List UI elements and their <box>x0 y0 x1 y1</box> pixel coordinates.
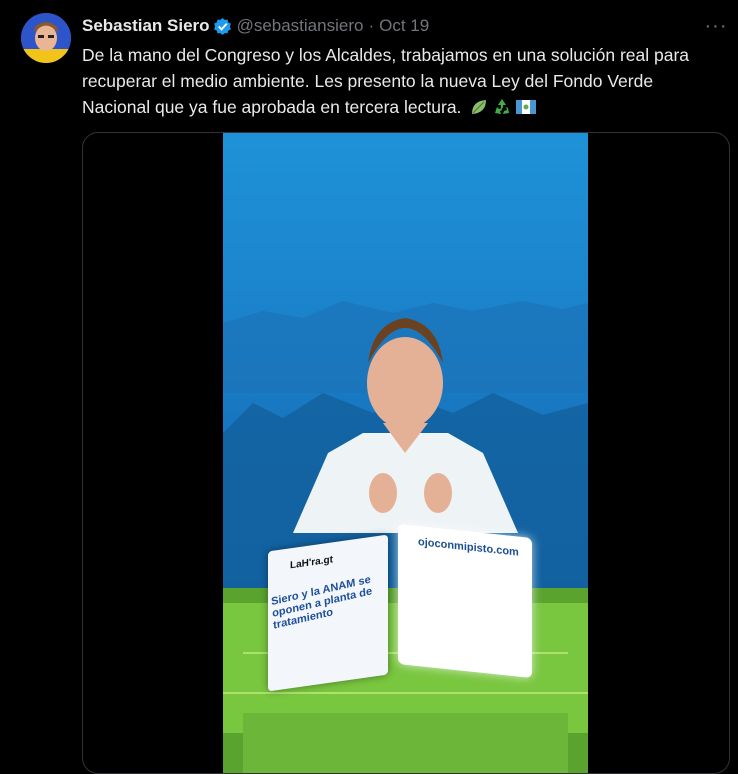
news-card-left: LaH'ra.gt Siero y la ANAM se oponen a pl… <box>268 534 388 692</box>
tweet-media[interactable]: LaH'ra.gt Siero y la ANAM se oponen a pl… <box>82 132 730 774</box>
recycle-icon <box>495 99 510 114</box>
author-handle[interactable]: @sebastiansiero <box>237 16 364 36</box>
guatemala-flag-icon <box>516 100 537 114</box>
video-player[interactable]: LaH'ra.gt Siero y la ANAM se oponen a pl… <box>223 133 588 773</box>
news-card-right-brand: ojoconmipisto.com <box>418 536 519 559</box>
author-avatar[interactable] <box>21 13 71 63</box>
emoji-group <box>469 97 537 117</box>
author-name[interactable]: Sebastian Siero <box>82 16 210 36</box>
news-card-left-headline: Siero y la ANAM se oponen a planta de tr… <box>270 573 373 632</box>
separator: · <box>368 16 375 35</box>
tweet-date[interactable]: Oct 19 <box>379 16 429 36</box>
tweet-body: De la mano del Congreso y los Alcaldes, … <box>82 45 690 117</box>
verified-badge-icon <box>213 17 232 36</box>
tweet-text: De la mano del Congreso y los Alcaldes, … <box>82 42 722 120</box>
tweet-header: Sebastian Siero @sebastiansiero · Oct 19 <box>82 14 429 38</box>
news-card-left-brand: LaH'ra.gt <box>290 554 333 572</box>
news-card-right: ojoconmipisto.com <box>398 523 532 679</box>
leaf-icon <box>472 100 487 114</box>
more-options-icon[interactable]: ··· <box>701 14 731 38</box>
